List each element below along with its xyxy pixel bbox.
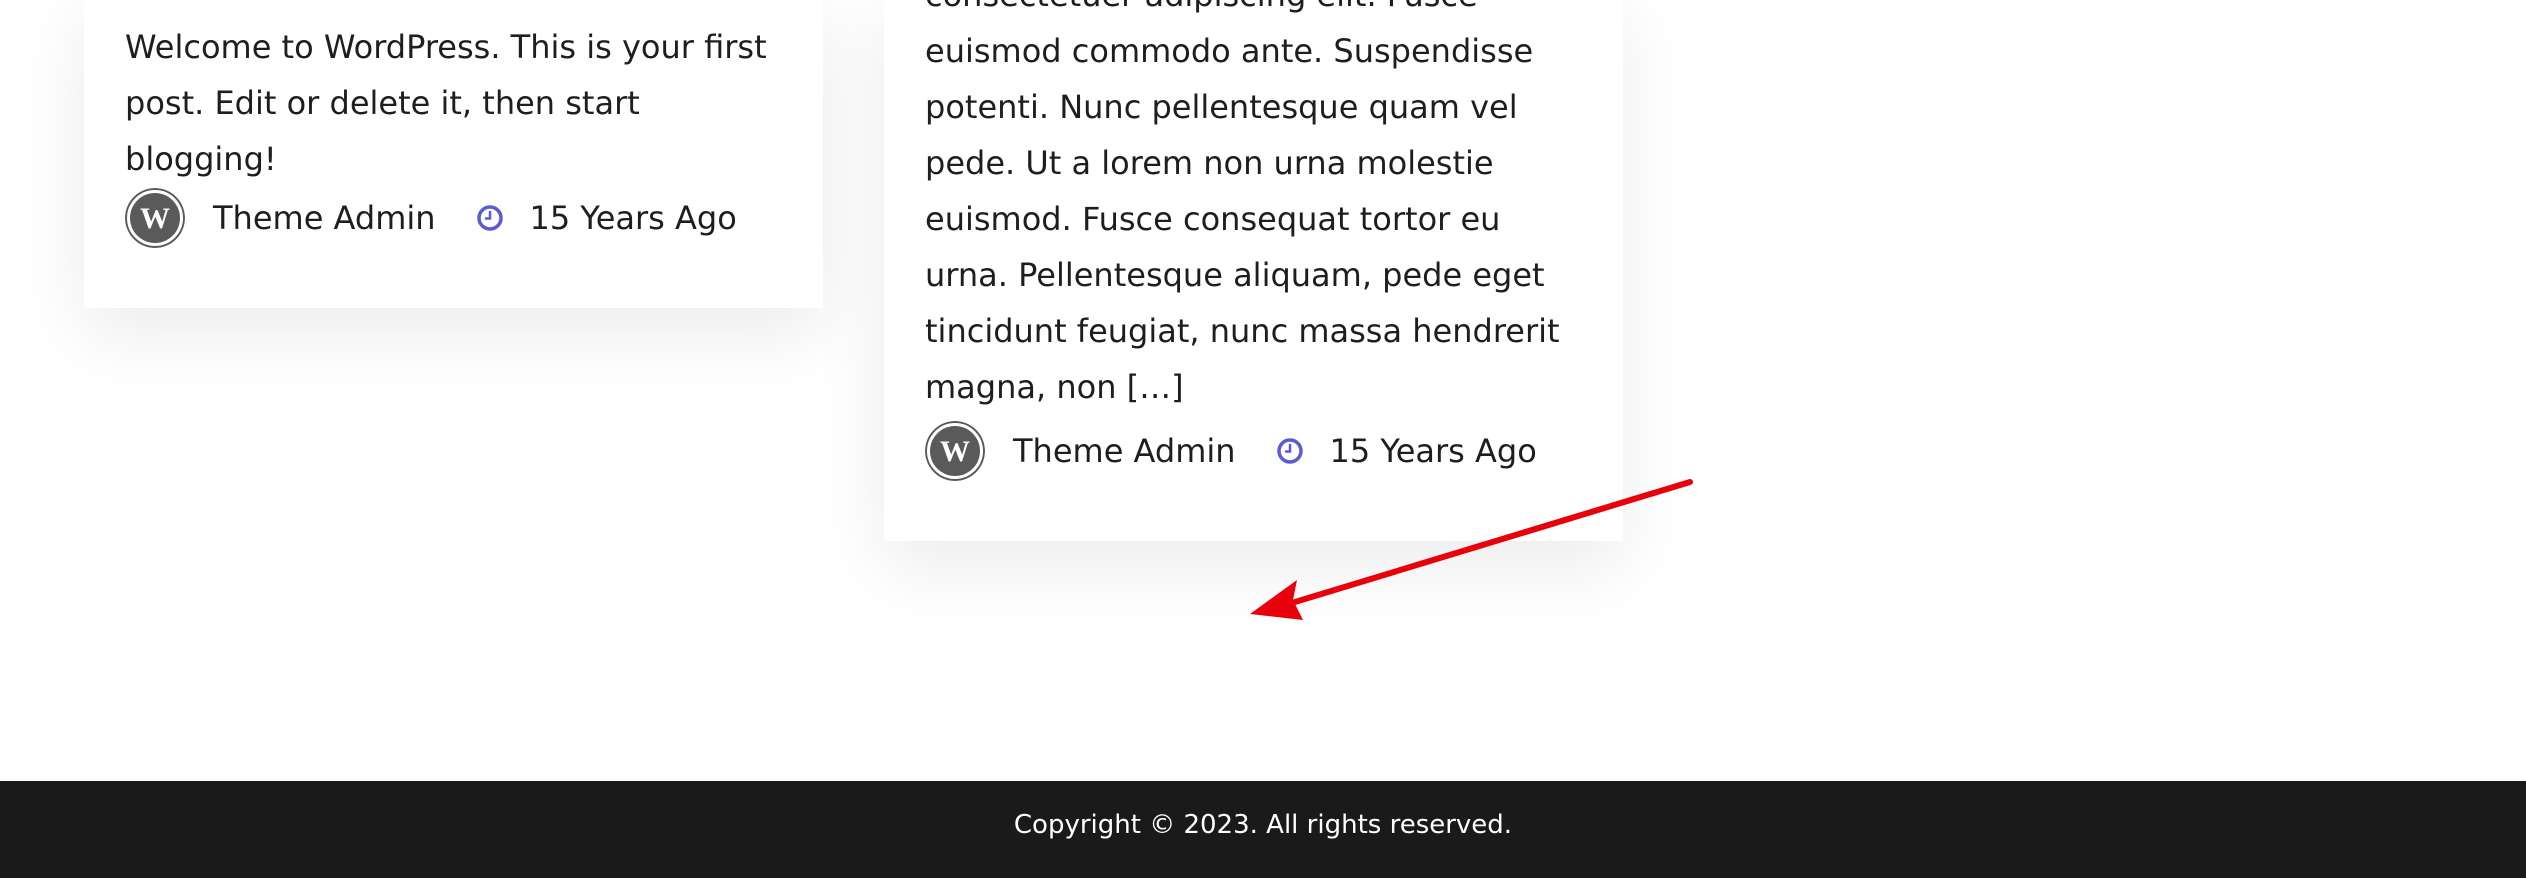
wordpress-logo-icon[interactable]: W	[925, 421, 985, 481]
post-meta: W Theme Admin 15 Years Ago	[125, 188, 737, 248]
svg-text:W: W	[940, 435, 970, 468]
clock-icon	[1276, 438, 1303, 464]
post-card: Welcome to WordPress. This is your first…	[84, 0, 823, 308]
post-author[interactable]: Theme Admin	[1013, 432, 1236, 470]
wordpress-logo-icon[interactable]: W	[125, 188, 185, 248]
page: Welcome to WordPress. This is your first…	[0, 0, 2526, 878]
post-author[interactable]: Theme Admin	[213, 199, 436, 237]
svg-text:W: W	[140, 202, 170, 235]
copyright-text: Copyright © 2023. All rights reserved.	[1013, 810, 1513, 840]
post-excerpt: Welcome to WordPress. This is your first…	[125, 28, 767, 178]
annotation-arrow	[1250, 479, 1693, 620]
post-date[interactable]: 15 Years Ago	[1330, 432, 1537, 470]
post-date[interactable]: 15 Years Ago	[530, 199, 737, 237]
site-footer: Copyright © 2023. All rights reserved.	[0, 781, 2526, 878]
clock-icon	[476, 205, 503, 231]
post-card: consectetuer adipiscing elit. Fusce euis…	[884, 0, 1623, 541]
post-excerpt: consectetuer adipiscing elit. Fusce euis…	[925, 0, 1560, 406]
